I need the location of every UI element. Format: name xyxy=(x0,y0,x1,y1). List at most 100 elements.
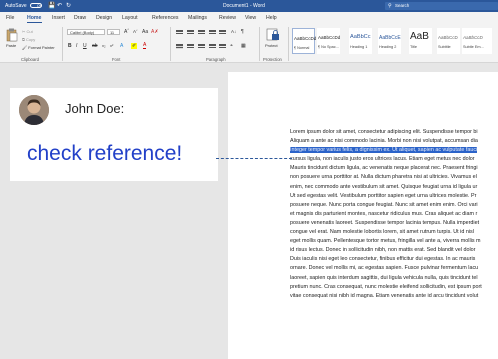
tab-help[interactable]: Help xyxy=(266,15,277,21)
underline-button[interactable]: U xyxy=(83,43,87,49)
search-icon: ⚲ xyxy=(388,3,392,9)
align-right-icon[interactable] xyxy=(198,44,205,49)
style-name: Title xyxy=(410,45,418,49)
divider xyxy=(288,27,289,61)
copy-button[interactable]: ⧉ Copy xyxy=(22,37,35,42)
format-painter-button[interactable]: 🖌 Format Painter xyxy=(22,45,55,50)
autosave-toggle[interactable]: Off xyxy=(30,3,42,8)
clear-formatting-icon[interactable]: A✗ xyxy=(151,29,159,35)
text-line: enim, nec commodo ante vestibulum sit am… xyxy=(290,183,478,190)
bold-button[interactable]: B xyxy=(68,43,72,49)
increase-indent-icon[interactable] xyxy=(219,30,226,35)
sort-icon[interactable]: A↓ xyxy=(231,29,236,34)
tab-draw[interactable]: Draw xyxy=(74,15,86,21)
text-line: pretium nunc. Cras consequat, nunc moles… xyxy=(290,283,482,290)
justify-icon[interactable] xyxy=(209,44,216,49)
style-name: ¶ No Spac... xyxy=(318,45,339,49)
ribbon: Paste ✂ Cut ⧉ Copy 🖌 Format Painter Clip… xyxy=(0,24,498,63)
search-box[interactable]: ⚲ Search xyxy=(385,2,498,10)
title-bar: AutoSave Off 💾 ↶ ↻ Document1 - Word ⚲ Se… xyxy=(0,0,498,12)
tab-insert[interactable]: Insert xyxy=(52,15,65,21)
protect-button[interactable]: Protect xyxy=(265,43,278,48)
selected-text[interactable]: Integer tempor varius felis, a dignissim… xyxy=(290,147,478,154)
subscript-button[interactable]: x₂ xyxy=(102,43,106,48)
text-line: ornare. Donec vel mollis mi, ac egestas … xyxy=(290,265,479,272)
font-color-icon[interactable]: A xyxy=(143,43,147,49)
tab-mailings[interactable]: Mailings xyxy=(188,15,207,21)
change-case-icon[interactable]: Aa xyxy=(142,29,148,35)
tab-home[interactable]: Home xyxy=(27,15,41,21)
strikethrough-button[interactable]: ab xyxy=(92,43,98,49)
style-sample: AaBbCcD xyxy=(438,35,458,40)
text-line: Mauris tincidunt dictum ligula, ac venen… xyxy=(290,165,478,172)
text-line: laoreet, sapien quis interdum sagittis, … xyxy=(290,274,478,281)
tab-file[interactable]: File xyxy=(6,15,14,21)
text-line: Ut sed egestas velit. Vestibulum porttit… xyxy=(290,192,477,199)
text-line: posuere neque. Nunc porta congue feugiat… xyxy=(290,201,478,208)
align-left-icon[interactable] xyxy=(176,44,183,49)
tab-references[interactable]: References xyxy=(152,15,179,21)
tab-layout[interactable]: Layout xyxy=(122,15,138,21)
format-painter-label: Format Painter xyxy=(28,45,55,50)
font-group-label: Font xyxy=(112,57,121,62)
style-heading-1[interactable]: AaBbCc Heading 1 xyxy=(349,28,372,54)
clipboard-group-label: Clipboard xyxy=(21,57,39,62)
search-placeholder: Search xyxy=(395,3,410,8)
text-line: Duis iaculis nisi eget leo consectetur, … xyxy=(290,256,476,263)
text-line: id risus lectus. Donec in sollicitudin n… xyxy=(290,247,476,254)
multilevel-list-icon[interactable] xyxy=(198,30,205,35)
comment-connector-line xyxy=(216,158,292,159)
redo-icon[interactable]: ↻ xyxy=(66,2,71,9)
font-size-select[interactable]: 11 xyxy=(107,29,120,35)
document-body[interactable]: Lorem ipsum dolor sit amet, consectetur … xyxy=(290,128,498,301)
tab-view[interactable]: View xyxy=(245,15,256,21)
highlight-icon[interactable]: ✐ xyxy=(131,43,138,49)
paragraph-group-label: Paragraph xyxy=(206,57,226,62)
show-formatting-icon[interactable]: ¶ xyxy=(241,29,244,35)
align-center-icon[interactable] xyxy=(187,44,194,49)
style-sample: AaB xyxy=(410,31,429,42)
style-no-spacing[interactable]: AaBbCcDd ¶ No Spac... xyxy=(317,28,340,54)
shrink-font-icon[interactable]: Aˇ xyxy=(133,29,138,34)
font-family-select[interactable]: Calibri (Body) xyxy=(67,29,105,35)
undo-icon[interactable]: ↶ xyxy=(57,2,62,9)
italic-button[interactable]: I xyxy=(76,43,77,49)
style-sample: AaBbCcD xyxy=(463,35,483,40)
tab-design[interactable]: Design xyxy=(96,15,112,21)
text-effects-icon[interactable]: A xyxy=(120,43,123,49)
text-line: non posuere urna porttitor at. Nulla dic… xyxy=(290,174,477,181)
style-subtitle[interactable]: AaBbCcD Subtitle xyxy=(437,28,460,54)
line-spacing-icon[interactable] xyxy=(219,44,226,49)
text-line: Aliquam a ante ac nisi commodo lacinia. … xyxy=(290,138,478,145)
cut-label: Cut xyxy=(26,29,33,34)
style-name: Heading 1 xyxy=(350,45,368,49)
paste-button[interactable]: Paste xyxy=(6,43,16,48)
cut-button[interactable]: ✂ Cut xyxy=(22,29,33,34)
borders-icon[interactable]: ▦ xyxy=(241,43,246,49)
numbering-icon[interactable] xyxy=(187,30,194,35)
style-normal[interactable]: AaBbCcDd ¶ Normal xyxy=(292,28,316,54)
shading-icon[interactable]: ◓ xyxy=(230,43,233,49)
comment-author: John Doe: xyxy=(65,101,125,116)
decrease-indent-icon[interactable] xyxy=(209,30,216,35)
text-line: et magnis dis parturient montes, nascetu… xyxy=(290,210,478,217)
text-line: eget mollis quam. Pellentesque tortor me… xyxy=(290,238,481,245)
style-heading-2[interactable]: AaBbCcE Heading 2 xyxy=(378,28,401,54)
paste-icon[interactable] xyxy=(6,28,18,42)
divider xyxy=(62,27,63,61)
text-line: posuere venenatis laoreet. Suspendisse t… xyxy=(290,219,480,226)
protect-icon[interactable] xyxy=(266,28,280,41)
highlighted-text-line[interactable]: Integer tempor varius felis, a dignissim… xyxy=(290,146,498,155)
text-line: vitae consequat nisi nibh id magna. Etia… xyxy=(290,292,479,299)
bullets-icon[interactable] xyxy=(176,30,183,35)
style-subtle-emphasis[interactable]: AaBbCcD Subtle Em... xyxy=(462,28,492,54)
text-line: congue vel erat. Nam molestie lobortis l… xyxy=(290,229,474,236)
style-sample: AaBbCcDd xyxy=(318,35,341,40)
style-name: Heading 2 xyxy=(379,45,397,49)
style-name: ¶ Normal xyxy=(294,46,310,50)
style-title[interactable]: AaB Title xyxy=(409,28,432,54)
superscript-button[interactable]: x² xyxy=(110,43,113,48)
tab-review[interactable]: Review xyxy=(219,15,236,21)
save-icon[interactable]: 💾 xyxy=(48,2,55,9)
grow-font-icon[interactable]: Aˆ xyxy=(124,29,129,35)
